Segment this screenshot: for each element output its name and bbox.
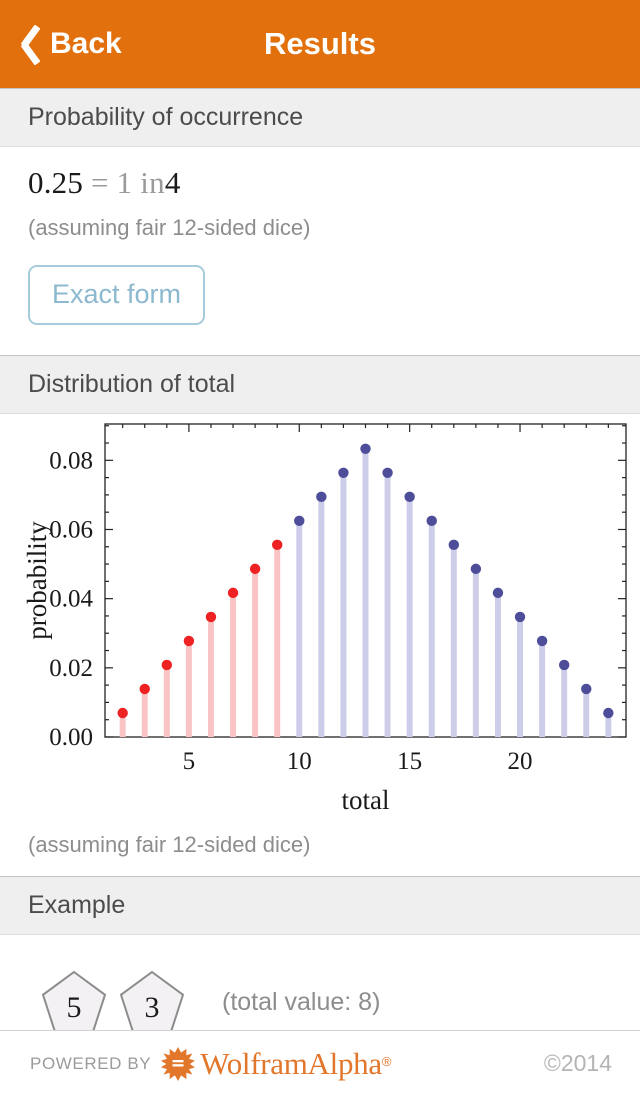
point-7 [227,587,239,599]
example-dice-row: 5 3 (total value: 8) [0,935,640,1035]
point-5 [183,635,195,647]
point-4 [161,659,173,671]
point-17 [448,539,460,551]
results-screen: Results Back Probability of occurrence 0… [0,0,640,1096]
probability-value: 0.25 [28,165,84,200]
xtick-label: 15 [397,748,422,775]
distribution-chart: 5 10 15 20 0.00 0.02 0.04 0.06 0.08 total probabil… [0,414,640,826]
point-13 [360,443,371,454]
x-axis-label: total [342,785,390,815]
point-8 [249,563,261,575]
point-19 [492,587,504,599]
distribution-chart-svg: 5 10 15 20 0.00 0.02 0.04 0.06 0.08 total probabil… [22,423,627,815]
xtick-label: 5 [183,748,196,775]
ytick-label: 0.04 [49,586,93,613]
die-1: 5 [41,970,107,1033]
copyright-label: ©2014 [543,1050,612,1076]
wolframalpha-logo[interactable]: WolframAlpha ® [161,1046,391,1082]
pod-header-probability: Probability of occurrence [0,88,640,147]
equals-sign: = [91,165,109,200]
pod-header-example: Example [0,876,640,935]
ytick-label: 0.00 [49,724,93,751]
point-3 [139,683,150,695]
probability-result: 0.25 = 1 in4 [28,147,640,201]
back-button[interactable]: Back [14,0,122,88]
xtick-label: 20 [508,748,533,775]
point-14 [382,467,393,479]
exact-form-button[interactable]: Exact form [28,265,206,325]
registered-trademark-icon: ® [381,1053,392,1069]
powered-by-label: POWERED BY [30,1053,152,1073]
distribution-assumption: (assuming fair 12-sided dice) [28,832,311,857]
point-22 [558,659,570,671]
y-axis-label: probability [22,521,52,640]
one-in-prefix: 1 in [116,165,165,200]
point-12 [338,467,349,479]
ytick-label: 0.02 [49,655,93,682]
xtick-label: 10 [287,748,312,775]
one-in-value: 4 [164,165,181,200]
pod-body-probability: 0.25 = 1 in4 (assuming fair 12-sided dic… [0,147,640,355]
point-10 [294,515,305,527]
die-2: 3 [119,970,185,1033]
ytick-label: 0.08 [49,447,93,474]
die-1-value: 5 [67,991,82,1024]
point-9 [271,539,283,551]
point-23 [581,683,592,695]
wolfram-spikey-icon [161,1046,196,1081]
point-21 [536,635,548,647]
footer-bar: POWERED BY WolframAlpha ® ©2014 [0,1030,640,1096]
probability-assumption: (assuming fair 12-sided dice) [28,215,311,240]
point-18 [470,563,482,575]
ytick-label: 0.06 [49,516,93,543]
die-2-value: 3 [145,991,160,1024]
point-15 [404,491,415,503]
point-2 [117,707,128,719]
pod-body-distribution: 5 10 15 20 0.00 0.02 0.04 0.06 0.08 total probabil… [0,414,640,876]
point-11 [316,491,327,503]
example-total-value: (total value: 8) [222,987,381,1016]
wolframalpha-wordmark: WolframAlpha [200,1045,382,1081]
point-24 [603,707,614,719]
back-button-label: Back [50,27,122,60]
navigation-bar: Results Back [0,0,640,88]
point-16 [426,515,437,527]
chevron-left-icon [14,22,40,66]
point-6 [205,611,217,623]
point-20 [514,611,526,623]
pod-header-distribution: Distribution of total [0,355,640,414]
